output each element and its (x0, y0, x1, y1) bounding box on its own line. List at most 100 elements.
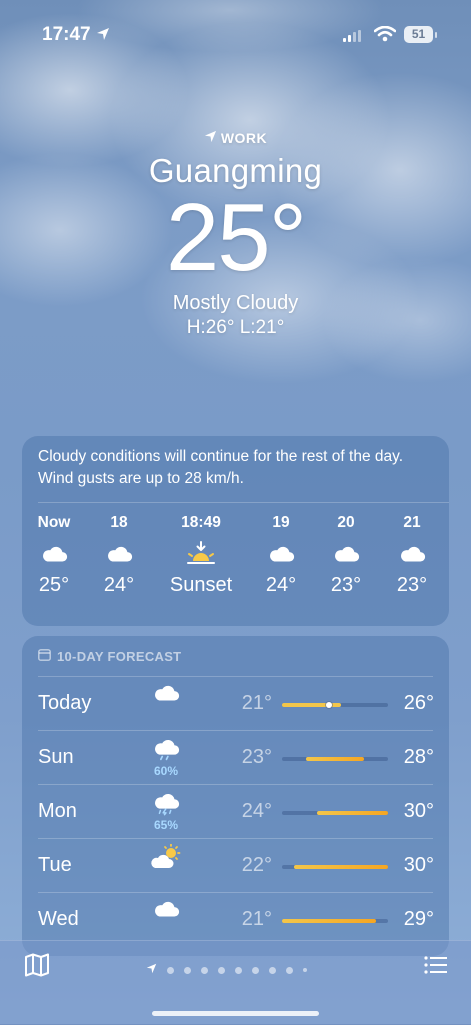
forecast-header: 10-DAY FORECAST (38, 648, 181, 664)
calendar-icon (38, 648, 51, 664)
forecast-row[interactable]: Tue 22° 30° (22, 838, 449, 892)
cloud-icon (87, 536, 151, 572)
page-dot[interactable] (184, 966, 191, 974)
location-list-button[interactable] (424, 955, 448, 980)
hour-value: 25° (38, 574, 70, 596)
page-dot[interactable] (167, 966, 174, 974)
hour-value: 24° (103, 574, 135, 596)
precip-chance: 60% (153, 764, 179, 778)
page-dot[interactable] (269, 966, 276, 974)
temperature-range-fill (282, 703, 341, 707)
low-temperature: 23° (241, 746, 272, 768)
high-temperature: 29° (403, 908, 434, 930)
cloud-icon (314, 536, 378, 572)
hour-label: Now (37, 514, 71, 531)
low-temperature: 22° (241, 854, 272, 876)
temperature-range-fill (282, 919, 377, 923)
current-temperature: 25° (165, 184, 307, 291)
forecast-day: Wed (38, 908, 79, 930)
hourly-item: 19 24° (249, 514, 313, 597)
temperature-range-bar (282, 811, 388, 815)
hourly-list[interactable]: Now 25° 18 24° 18:49 Sunset 19 24° 20 23° 21 23° (22, 514, 449, 614)
current-condition: Mostly Cloudy (172, 292, 299, 314)
status-bar: 17:47 51 (0, 22, 471, 48)
weather-summary: Cloudy conditions will continue for the … (38, 448, 404, 487)
forecast-day: Today (38, 692, 92, 714)
high-temperature: 28° (403, 746, 434, 768)
location-tag-label: WORK (220, 130, 268, 146)
forecast-title: 10-DAY FORECAST (57, 648, 182, 664)
hour-label: 21 (403, 514, 421, 531)
location-arrow-icon (146, 961, 157, 979)
forecast-row[interactable]: Today 21° 26° (22, 676, 449, 730)
high-temperature: 30° (403, 800, 434, 822)
high-temperature: 26° (403, 692, 434, 714)
hour-value: Sunset (169, 574, 233, 596)
current-temp-marker (326, 702, 333, 708)
forecast-row[interactable]: Mon 65% 24° 30° (22, 784, 449, 838)
home-indicator[interactable] (152, 1011, 319, 1016)
page-dot[interactable] (303, 968, 307, 972)
low-temperature: 21° (241, 692, 272, 714)
forecast-day: Tue (38, 854, 72, 876)
high-low-temperature: H:26° L:21° (186, 317, 285, 338)
hour-label: 18:49 (181, 514, 221, 531)
cloud-icon (249, 536, 313, 572)
temperature-range-bar (282, 919, 388, 923)
cloud-icon (148, 682, 184, 724)
status-time: 17:47 (42, 24, 91, 45)
high-temperature: 30° (403, 854, 434, 876)
hourly-item: 21 23° (380, 514, 444, 597)
map-button[interactable] (24, 953, 50, 982)
low-temperature: 21° (241, 908, 272, 930)
cloud-icon (148, 898, 184, 940)
hourly-item: 18 24° (87, 514, 151, 597)
hourly-item: 18:49 Sunset (156, 514, 246, 597)
page-dot[interactable] (252, 966, 259, 974)
location-header: WORK Guangming 25° Mostly Cloudy H:26° L… (0, 128, 471, 339)
cloud-storm-icon: 65% (148, 790, 184, 832)
page-dot[interactable] (286, 966, 293, 974)
page-dot[interactable] (218, 966, 225, 974)
list-icon (424, 956, 447, 974)
cloud-icon (380, 536, 444, 572)
temperature-range-fill (317, 811, 388, 815)
divider (38, 784, 433, 785)
page-dot[interactable] (201, 966, 208, 974)
partly-sunny-icon (148, 843, 184, 886)
forecast-row[interactable]: Sun 60% 23° 28° (22, 730, 449, 784)
hourly-item: 20 23° (314, 514, 378, 597)
sunset-icon (156, 536, 246, 572)
ten-day-forecast-card[interactable]: 10-DAY FORECAST Today 21° 26° Sun 60% 23° 28° M… (22, 636, 449, 956)
low-temperature: 24° (241, 800, 272, 822)
hour-value: 23° (330, 574, 362, 596)
temperature-range-bar (282, 865, 388, 869)
page-indicator[interactable] (146, 961, 307, 979)
forecast-day: Mon (38, 800, 77, 822)
wifi-icon (373, 25, 397, 47)
location-arrow-icon (96, 27, 110, 46)
temperature-range-fill (293, 865, 388, 869)
cloud-icon (22, 536, 86, 572)
hourly-forecast-card[interactable]: Cloudy conditions will continue for the … (22, 436, 449, 626)
divider (38, 502, 449, 503)
divider (38, 892, 433, 893)
location-tag: WORK (0, 128, 471, 148)
divider (38, 730, 433, 731)
temperature-range-bar (282, 702, 388, 708)
hourly-item: Now 25° (22, 514, 86, 597)
forecast-row[interactable]: Wed 21° 29° (22, 892, 449, 946)
precip-chance: 65% (153, 818, 179, 832)
divider (38, 838, 433, 839)
page-dot[interactable] (235, 966, 242, 974)
hour-label: 18 (110, 514, 128, 531)
cellular-signal-icon (343, 29, 363, 47)
bottom-toolbar (0, 940, 471, 1025)
temperature-range-fill (305, 757, 365, 761)
divider (38, 676, 433, 677)
battery-indicator: 51 (404, 26, 433, 43)
hour-label: 19 (272, 514, 290, 531)
battery-tip (435, 32, 437, 38)
hour-label: 20 (337, 514, 355, 531)
forecast-day: Sun (38, 746, 74, 768)
